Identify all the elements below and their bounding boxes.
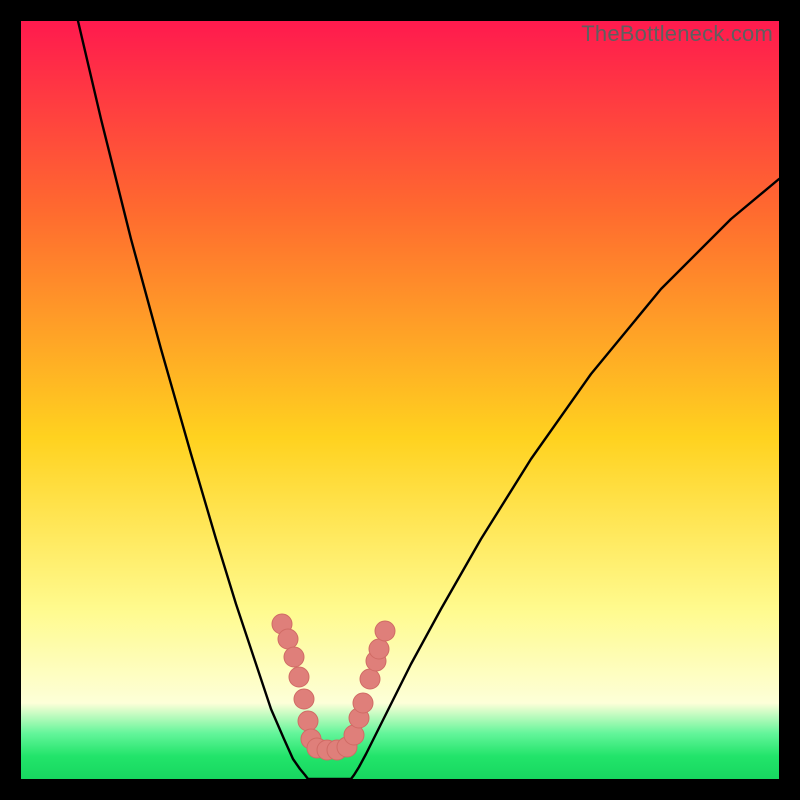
data-marker [294,689,314,709]
data-marker [298,711,318,731]
bottleneck-curve [78,21,779,779]
data-marker [353,693,373,713]
data-marker [375,621,395,641]
data-marker [289,667,309,687]
data-marker [369,639,389,659]
outer-black-frame: TheBottleneck.com [0,0,800,800]
plot-area: TheBottleneck.com [21,21,779,779]
data-marker [278,629,298,649]
watermark-text: TheBottleneck.com [581,21,773,47]
data-marker [360,669,380,689]
chart-curves [21,21,779,779]
data-marker [284,647,304,667]
